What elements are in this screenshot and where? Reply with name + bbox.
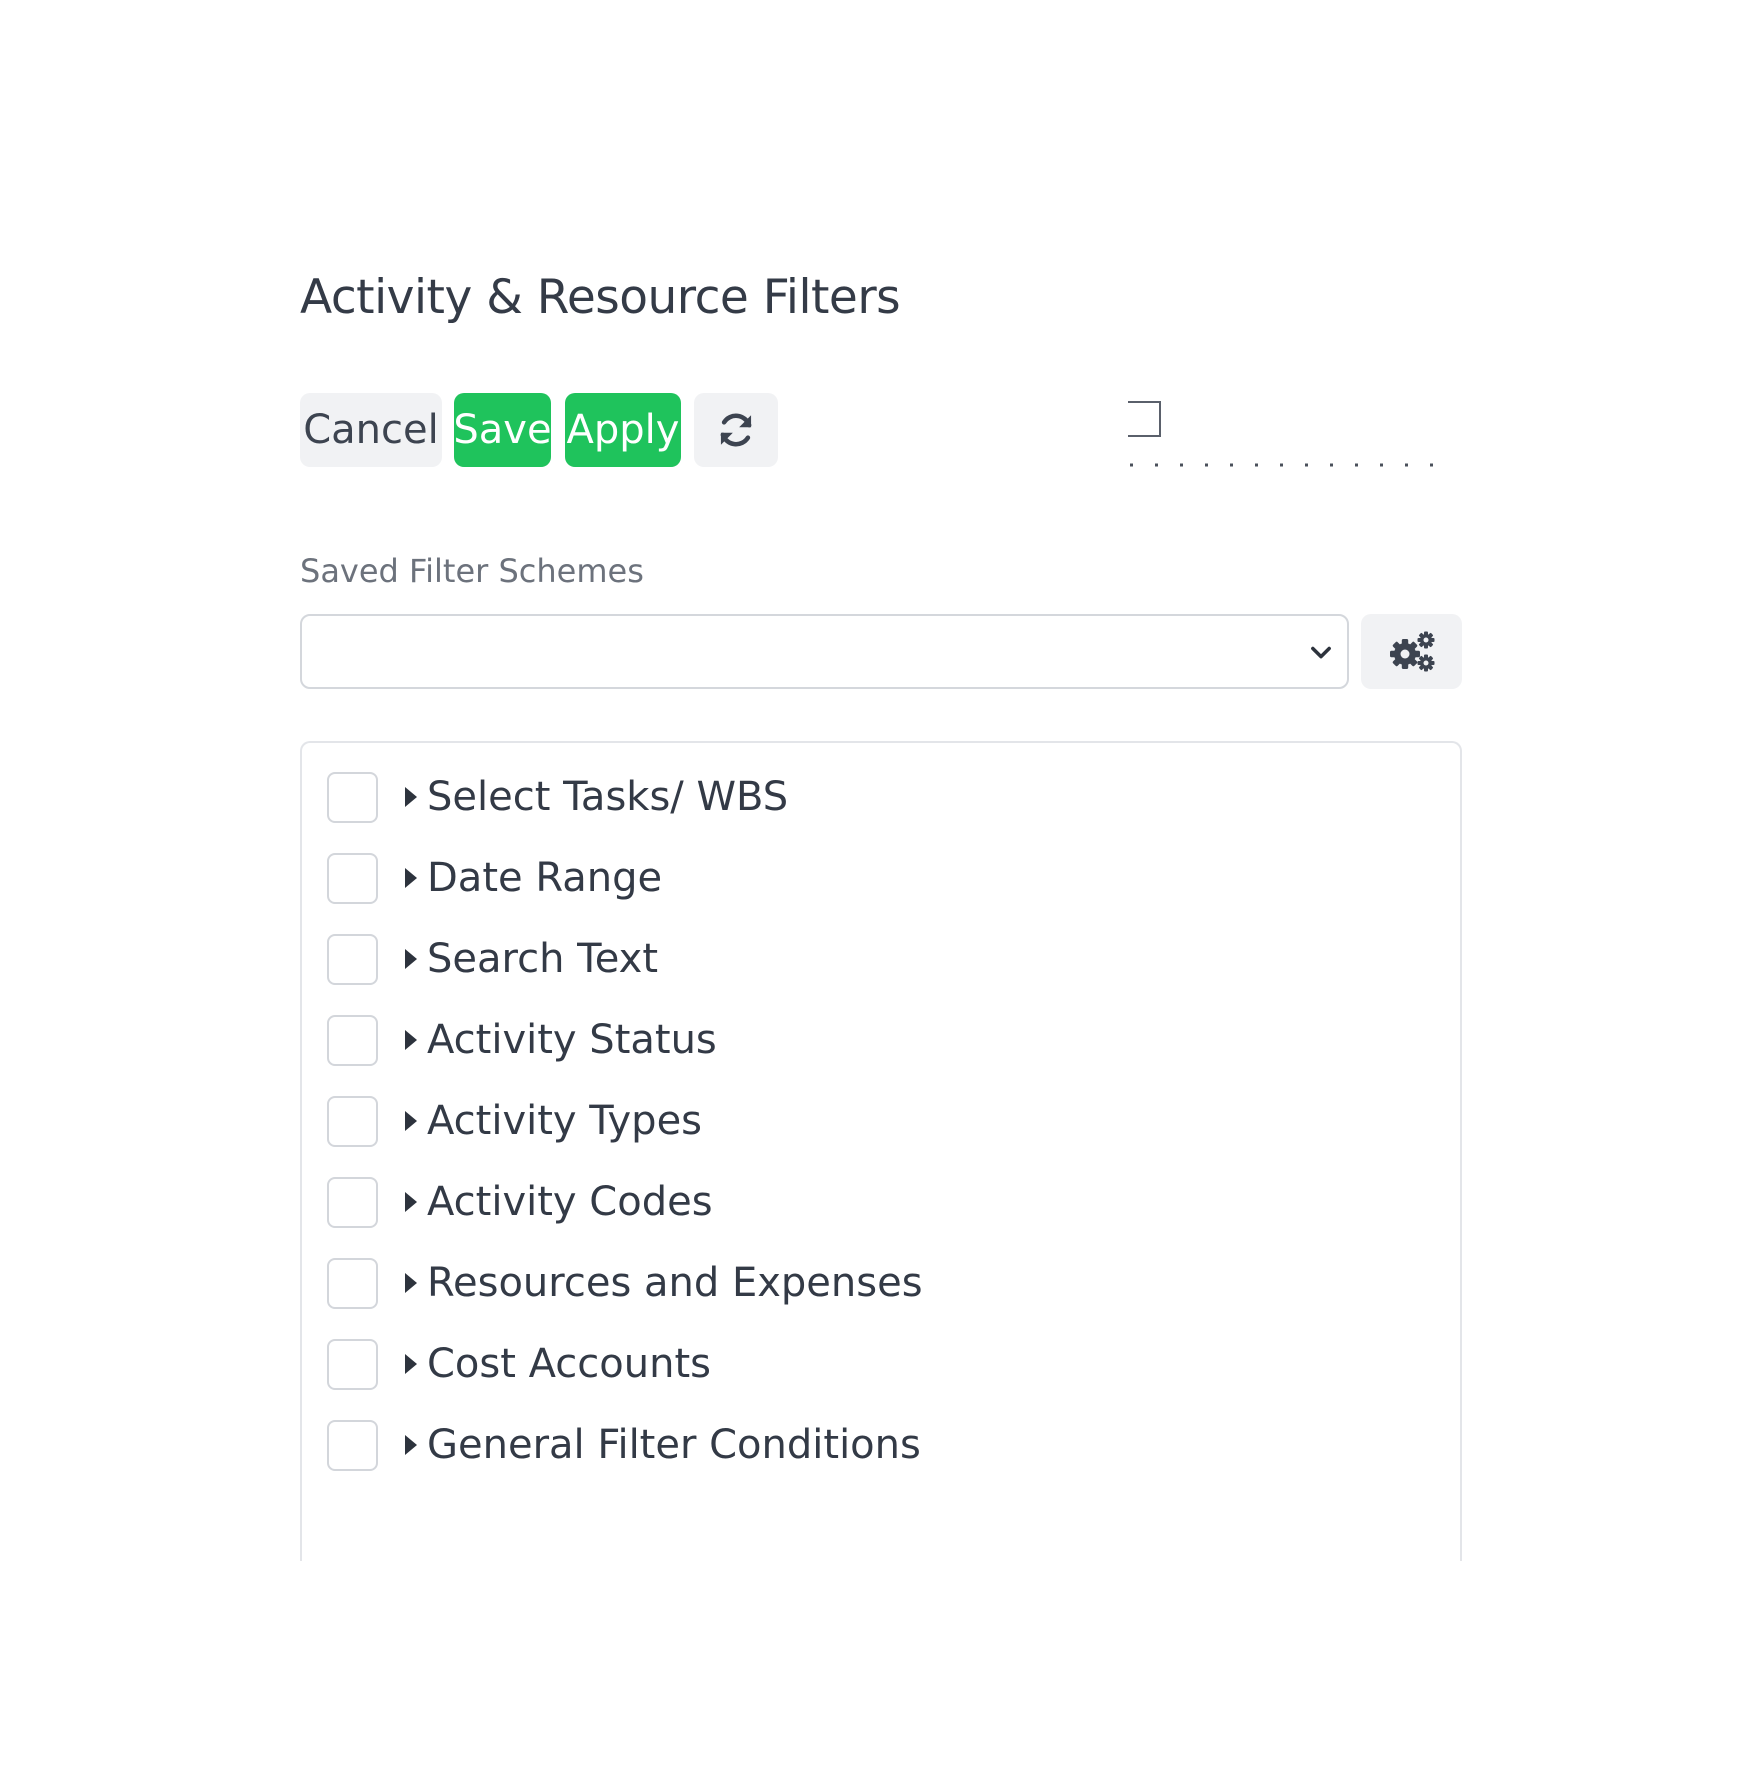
filter-row-activity-types[interactable]: Activity Types: [327, 1095, 703, 1147]
filter-label: Resources and Expenses: [427, 1260, 923, 1306]
page-title: Activity & Resource Filters: [300, 270, 901, 325]
saved-filter-schemes-label: Saved Filter Schemes: [300, 552, 644, 590]
caret-right-icon: [405, 1273, 417, 1293]
toolbar: Cancel Save Apply: [300, 393, 778, 467]
chevron-down-icon: [1311, 646, 1331, 659]
faded-dotted-line: [1130, 463, 1450, 467]
filter-row-resources-and-expenses[interactable]: Resources and Expenses: [327, 1257, 923, 1309]
filter-row-general-filter-conditions[interactable]: General Filter Conditions: [327, 1419, 921, 1471]
caret-right-icon: [405, 1354, 417, 1374]
filter-label: Cost Accounts: [427, 1341, 711, 1387]
filter-row-activity-codes[interactable]: Activity Codes: [327, 1176, 713, 1228]
refresh-icon: [720, 413, 752, 447]
caret-right-icon: [405, 1030, 417, 1050]
caret-right-icon: [405, 787, 417, 807]
saved-filter-schemes-select[interactable]: [300, 614, 1349, 689]
filter-label: Activity Types: [427, 1098, 703, 1144]
filter-checkbox[interactable]: [327, 1338, 378, 1390]
filter-checkbox[interactable]: [327, 1014, 378, 1066]
filter-row-cost-accounts[interactable]: Cost Accounts: [327, 1338, 711, 1390]
filter-row-activity-status[interactable]: Activity Status: [327, 1014, 717, 1066]
apply-button[interactable]: Apply: [565, 393, 681, 467]
caret-right-icon: [405, 1192, 417, 1212]
filter-checkbox[interactable]: [327, 1257, 378, 1309]
caret-right-icon: [405, 1435, 417, 1455]
caret-right-icon: [405, 949, 417, 969]
filter-label: Activity Status: [427, 1017, 717, 1063]
filter-label: General Filter Conditions: [427, 1422, 921, 1468]
filter-label: Select Tasks/ WBS: [427, 774, 789, 820]
filter-checkbox[interactable]: [327, 1419, 378, 1471]
filter-checkbox[interactable]: [327, 933, 378, 985]
filters-panel: Select Tasks/ WBS Date Range Search Text…: [300, 741, 1462, 1561]
filter-checkbox[interactable]: [327, 1095, 378, 1147]
caret-right-icon: [405, 868, 417, 888]
filter-label: Search Text: [427, 936, 659, 982]
filter-checkbox[interactable]: [327, 771, 378, 823]
refresh-button[interactable]: [694, 393, 778, 467]
filter-checkbox[interactable]: [327, 1176, 378, 1228]
gears-icon: [1389, 631, 1434, 671]
filter-row-date-range[interactable]: Date Range: [327, 852, 663, 904]
filter-checkbox[interactable]: [327, 852, 378, 904]
caret-right-icon: [405, 1111, 417, 1131]
filter-row-select-tasks-wbs[interactable]: Select Tasks/ WBS: [327, 771, 789, 823]
cancel-button[interactable]: Cancel: [300, 393, 442, 467]
filter-label: Activity Codes: [427, 1179, 713, 1225]
filter-label: Date Range: [427, 855, 663, 901]
save-button[interactable]: Save: [453, 393, 552, 467]
filter-row-search-text[interactable]: Search Text: [327, 933, 659, 985]
expand-corner-icon: [1128, 401, 1161, 437]
scheme-settings-button[interactable]: [1361, 614, 1462, 689]
